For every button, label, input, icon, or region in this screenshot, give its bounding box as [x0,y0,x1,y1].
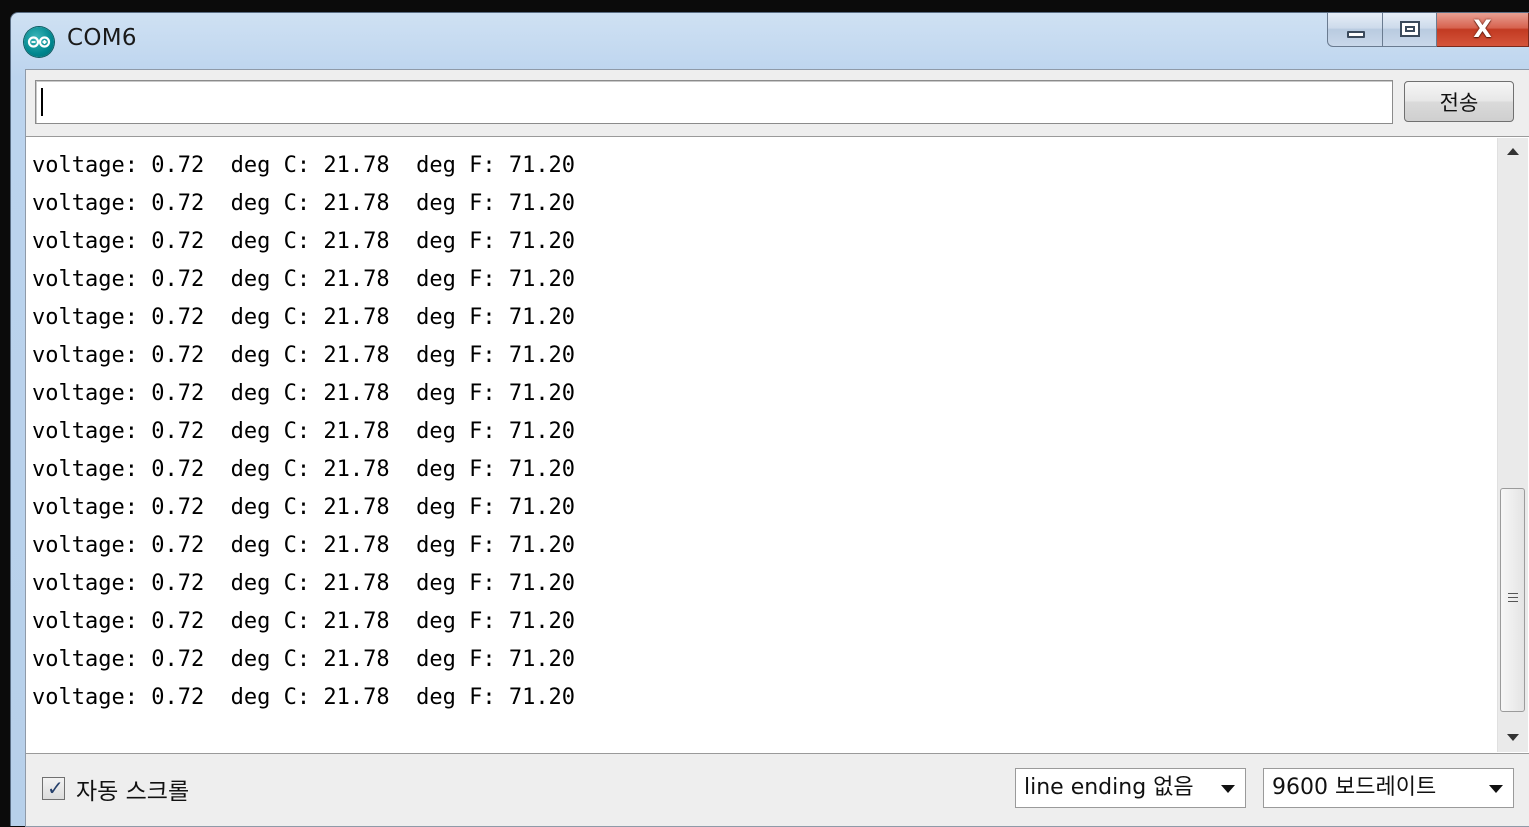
log-line: voltage: 0.72 deg C: 21.78 deg F: 71.20 [32,267,576,292]
log-line: voltage: 0.72 deg C: 21.78 deg F: 71.20 [32,153,576,178]
vertical-scrollbar[interactable] [1497,138,1528,752]
caption-buttons: X [1327,13,1529,49]
grip-icon [1508,593,1518,604]
arduino-icon [24,27,54,57]
log-line: voltage: 0.72 deg C: 21.78 deg F: 71.20 [32,305,576,330]
line-ending-select[interactable]: line ending 없음 [1015,768,1246,808]
checkmark-icon: ✓ [47,776,64,800]
send-button[interactable]: 전송 [1404,81,1514,122]
serial-output[interactable]: voltage: 0.72 deg C: 21.78 deg F: 71.20 v… [26,136,1529,754]
title-bar[interactable]: COM6 X [11,13,1529,69]
log-line: voltage: 0.72 deg C: 21.78 deg F: 71.20 [32,647,576,672]
minimize-button[interactable] [1327,13,1383,47]
dropdown-arrow-icon [1489,785,1503,793]
serial-monitor-window: COM6 X 전송 voltage: 0.72 deg C: 21.78 deg… [10,12,1529,827]
client-area: 전송 voltage: 0.72 deg C: 21.78 deg F: 71.… [25,69,1529,827]
output-log: voltage: 0.72 deg C: 21.78 deg F: 71.20 v… [32,147,1482,743]
log-line: voltage: 0.72 deg C: 21.78 deg F: 71.20 [32,457,576,482]
close-button[interactable]: X [1437,13,1529,47]
text-cursor [41,88,43,116]
log-line: voltage: 0.72 deg C: 21.78 deg F: 71.20 [32,191,576,216]
line-ending-value: line ending 없음 [1024,775,1194,800]
log-line: voltage: 0.72 deg C: 21.78 deg F: 71.20 [32,571,576,596]
baud-rate-value: 9600 보드레이트 [1272,775,1437,800]
send-input[interactable] [35,80,1393,124]
log-line: voltage: 0.72 deg C: 21.78 deg F: 71.20 [32,609,576,634]
maximize-button[interactable] [1383,13,1437,47]
log-line: voltage: 0.72 deg C: 21.78 deg F: 71.20 [32,685,576,710]
send-row: 전송 [26,70,1529,136]
scrollbar-thumb[interactable] [1500,488,1525,712]
window-title: COM6 [67,25,137,51]
scroll-up-arrow-icon[interactable] [1498,138,1528,166]
restore-icon [1400,21,1420,37]
log-line: voltage: 0.72 deg C: 21.78 deg F: 71.20 [32,533,576,558]
autoscroll-checkbox[interactable]: ✓ [42,776,65,800]
autoscroll-label[interactable]: 자동 스크롤 [76,772,189,806]
baud-rate-select[interactable]: 9600 보드레이트 [1263,768,1514,808]
log-line: voltage: 0.72 deg C: 21.78 deg F: 71.20 [32,343,576,368]
scroll-down-arrow-icon[interactable] [1498,724,1528,752]
log-line: voltage: 0.72 deg C: 21.78 deg F: 71.20 [32,419,576,444]
dropdown-arrow-icon [1221,785,1235,793]
minimize-icon [1347,31,1365,38]
log-line: voltage: 0.72 deg C: 21.78 deg F: 71.20 [32,229,576,254]
close-icon: X [1473,15,1492,43]
bottom-bar: ✓ 자동 스크롤 line ending 없음 9600 보드레이트 [26,754,1529,826]
log-line: voltage: 0.72 deg C: 21.78 deg F: 71.20 [32,381,576,406]
log-line: voltage: 0.72 deg C: 21.78 deg F: 71.20 [32,495,576,520]
